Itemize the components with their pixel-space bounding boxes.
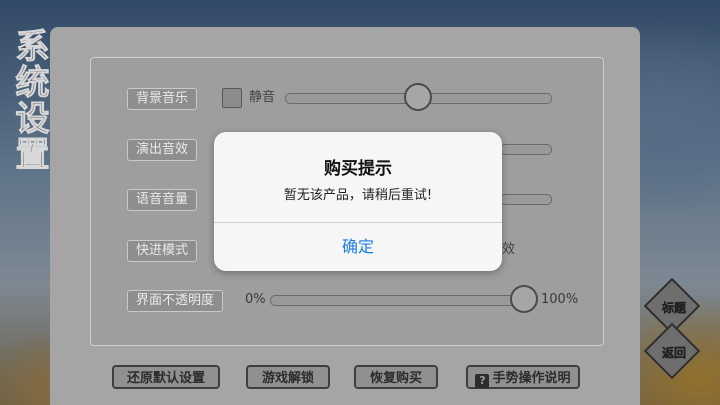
performance-sound-slider[interactable]: [500, 144, 552, 155]
mute-label: 静音: [249, 90, 276, 105]
performance-sound-label: 演出音效: [127, 139, 198, 161]
opacity-label: 界面不透明度: [127, 290, 224, 312]
game-unlock-button[interactable]: 游戏解锁: [246, 365, 330, 389]
opacity-slider-knob[interactable]: [510, 285, 538, 313]
opacity-slider-track[interactable]: [270, 295, 537, 306]
question-icon: ?: [475, 374, 490, 388]
fast-forward-label: 快进模式: [127, 240, 198, 262]
fast-forward-option[interactable]: 效: [502, 242, 515, 258]
opacity-min-label: 0%: [245, 292, 266, 307]
gesture-help-button[interactable]: ? 手势操作说明: [466, 365, 580, 389]
dialog-title: 购买提示: [324, 159, 392, 179]
reset-defaults-button[interactable]: 还原默认设置: [112, 365, 220, 389]
opacity-max-label: 100%: [541, 292, 579, 307]
mute-checkbox[interactable]: [222, 88, 242, 108]
bgm-label: 背景音乐: [127, 88, 198, 110]
page-title: 系统设置: [9, 28, 50, 173]
purchase-alert-dialog: 购买提示 暂无该产品，请稍后重试! 确定: [214, 132, 502, 271]
bgm-slider-knob[interactable]: [404, 83, 432, 111]
restore-purchase-button[interactable]: 恢复购买: [354, 365, 438, 389]
gesture-help-label: 手势操作说明: [492, 371, 571, 386]
voice-volume-label: 语音音量: [127, 189, 198, 211]
back-button-label: 返回: [661, 346, 687, 361]
title-button-label: 标题: [661, 301, 687, 316]
voice-volume-slider[interactable]: [500, 194, 552, 205]
confirm-button[interactable]: 确定: [214, 223, 502, 271]
dialog-message: 暂无该产品，请稍后重试!: [283, 188, 433, 203]
